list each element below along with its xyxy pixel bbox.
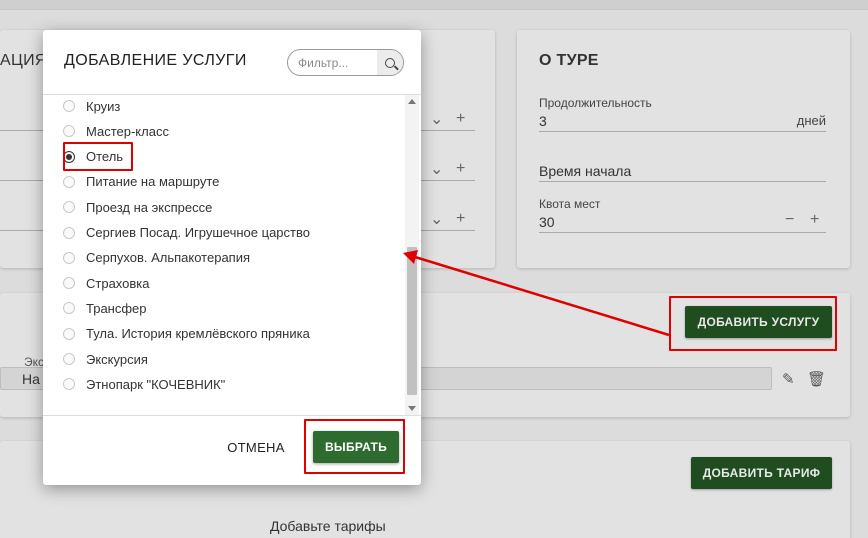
annotation-arrow — [403, 250, 670, 337]
